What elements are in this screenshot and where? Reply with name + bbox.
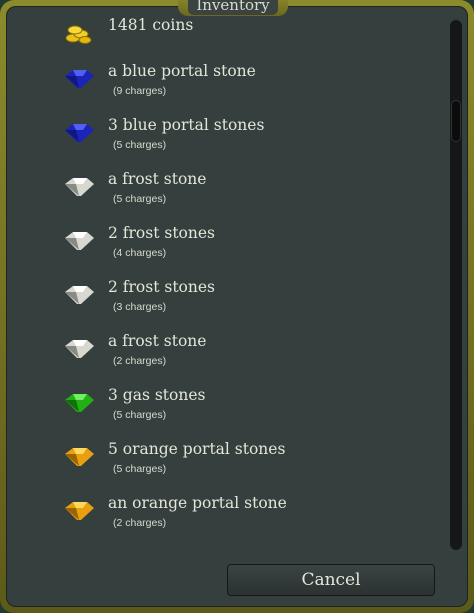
scroll-thumb[interactable]: [451, 100, 461, 142]
cancel-button[interactable]: Cancel: [227, 564, 435, 596]
list-item[interactable]: a frost stone (5 charges): [6, 168, 438, 218]
blue-gem-icon: [65, 124, 94, 142]
list-item[interactable]: 5 orange portal stones (5 charges): [6, 438, 438, 488]
item-name: a frost stone: [108, 170, 207, 188]
title-tab: Inventory: [178, 0, 288, 16]
list-item[interactable]: 3 gas stones (5 charges): [6, 384, 438, 434]
item-charges: (5 charges): [113, 409, 167, 421]
item-name: 2 frost stones: [108, 224, 216, 242]
item-name: 3 blue portal stones: [108, 116, 265, 134]
list-item[interactable]: 2 frost stones (4 charges): [6, 222, 438, 272]
inventory-list: 1481 coins a blue portal stone (9 charge…: [6, 6, 438, 549]
item-name: an orange portal stone: [108, 494, 287, 512]
item-charges: (3 charges): [113, 301, 167, 313]
list-item[interactable]: 3 blue portal stones (5 charges): [6, 114, 438, 164]
white-gem-icon: [65, 340, 94, 358]
item-name: a blue portal stone: [108, 62, 256, 80]
white-gem-icon: [65, 286, 94, 304]
item-charges: (2 charges): [113, 517, 167, 529]
item-charges: (5 charges): [113, 463, 167, 475]
orange-gem-icon: [65, 502, 94, 520]
list-item[interactable]: 2 frost stones (3 charges): [6, 276, 438, 326]
item-name: 1481 coins: [108, 16, 194, 34]
green-gem-icon: [65, 394, 94, 412]
list-item[interactable]: 1481 coins: [6, 14, 438, 64]
list-item[interactable]: a frost stone (2 charges): [6, 330, 438, 380]
item-charges: (2 charges): [113, 355, 167, 367]
item-charges: (5 charges): [113, 193, 167, 205]
scrollbar[interactable]: [450, 20, 462, 550]
inventory-window: 1481 coins a blue portal stone (9 charge…: [0, 0, 474, 613]
item-name: 3 gas stones: [108, 386, 206, 404]
item-name: 2 frost stones: [108, 278, 216, 296]
item-charges: (4 charges): [113, 247, 167, 259]
item-name: 5 orange portal stones: [108, 440, 286, 458]
item-name: a frost stone: [108, 332, 207, 350]
item-charges: (9 charges): [113, 85, 167, 97]
inventory-panel: 1481 coins a blue portal stone (9 charge…: [6, 6, 468, 607]
white-gem-icon: [65, 232, 94, 250]
coins-icon: [65, 25, 92, 44]
list-item[interactable]: an orange portal stone (2 charges): [6, 492, 438, 542]
blue-gem-icon: [65, 70, 94, 88]
list-item[interactable]: a blue portal stone (9 charges): [6, 60, 438, 110]
white-gem-icon: [65, 178, 94, 196]
orange-gem-icon: [65, 448, 94, 466]
window-title: Inventory: [188, 0, 278, 15]
item-charges: (5 charges): [113, 139, 167, 151]
